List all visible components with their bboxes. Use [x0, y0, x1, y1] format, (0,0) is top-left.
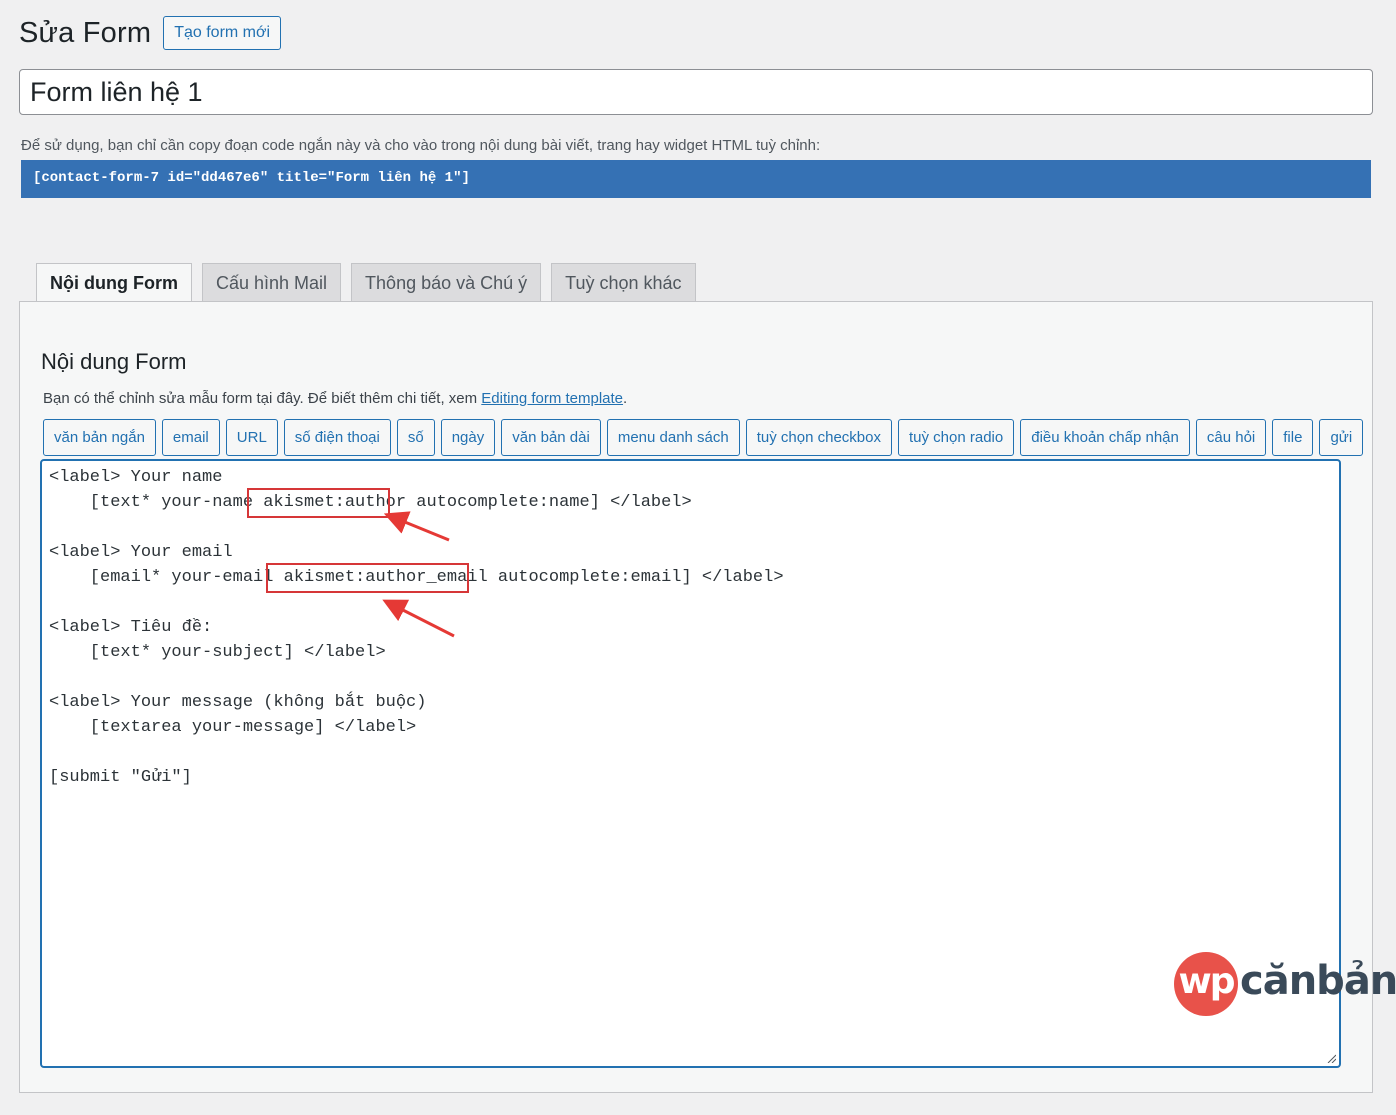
- tag-submit-button[interactable]: gửi: [1319, 419, 1364, 456]
- tag-select-button[interactable]: menu danh sách: [606, 419, 740, 456]
- form-template-editor[interactable]: <label> Your name [text* your-name akism…: [40, 459, 1396, 1068]
- tag-textarea-button[interactable]: văn bản dài: [501, 419, 601, 456]
- tag-radio-button[interactable]: tuỳ chọn radio: [898, 419, 1015, 456]
- tag-number-button[interactable]: số: [396, 419, 435, 456]
- tag-date-button[interactable]: ngày: [440, 419, 496, 456]
- tag-text-button[interactable]: văn bản ngắn: [43, 419, 156, 456]
- description-suffix: .: [623, 390, 628, 407]
- tab-additional-settings[interactable]: Tuỳ chọn khác: [551, 263, 696, 302]
- tag-acceptance-button[interactable]: điều khoản chấp nhận: [1020, 419, 1190, 456]
- tag-url-button[interactable]: URL: [225, 419, 278, 456]
- page-title: Sửa Form: [19, 16, 152, 49]
- panel-title: Nội dung Form: [41, 349, 187, 374]
- annotation-arrows: [382, 511, 455, 638]
- tab-mail[interactable]: Cấu hình Mail: [201, 263, 342, 302]
- tag-checkbox-button[interactable]: tuỳ chọn checkbox: [745, 419, 892, 456]
- editing-template-link[interactable]: Editing form template: [481, 390, 623, 407]
- tag-quiz-button[interactable]: câu hỏi: [1195, 419, 1267, 456]
- form-title-input[interactable]: [19, 69, 1373, 115]
- tab-form-content[interactable]: Nội dung Form: [36, 263, 192, 303]
- description-text: Bạn có thể chỉnh sửa mẫu form tại đây. Đ…: [43, 390, 482, 407]
- tag-email-button[interactable]: email: [161, 419, 220, 456]
- arrow-icon: [382, 599, 455, 638]
- wpcanban-logo: wp cănbản: [1174, 952, 1396, 1016]
- usage-hint: Để sử dụng, bạn chỉ cần copy đoạn code n…: [21, 137, 821, 154]
- resize-handle-icon[interactable]: [1326, 1053, 1336, 1063]
- tag-tel-button[interactable]: số điện thoại: [283, 419, 391, 456]
- logo-text: cănbản: [1240, 958, 1396, 1004]
- tab-messages[interactable]: Thông báo và Chú ý: [351, 263, 542, 302]
- logo-circle: wp: [1174, 952, 1238, 1016]
- arrow-icon: [383, 511, 450, 542]
- shortcode-field[interactable]: [contact-form-7 id="dd467e6" title="Form…: [21, 160, 1371, 198]
- tag-file-button[interactable]: file: [1272, 419, 1314, 456]
- tag-generator-buttons: văn bản ngắn email URL số điện thoại số …: [43, 419, 1364, 456]
- page-header: Sửa Form Tạo form mới: [19, 16, 282, 50]
- tab-bar: Nội dung Form Cấu hình Mail Thông báo và…: [36, 263, 696, 303]
- form-content-panel: Nội dung Form Bạn có thể chỉnh sửa mẫu f…: [19, 301, 1396, 1093]
- panel-description: Bạn có thể chỉnh sửa mẫu form tại đây. Đ…: [43, 390, 627, 407]
- new-form-button[interactable]: Tạo form mới: [163, 16, 282, 50]
